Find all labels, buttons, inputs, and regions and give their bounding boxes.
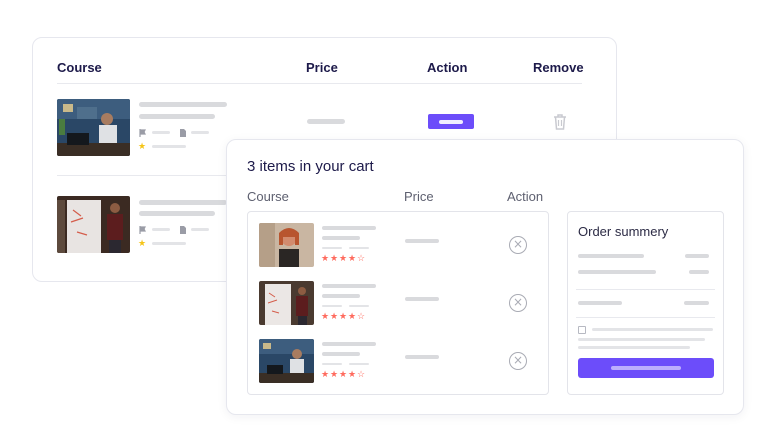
course-thumbnail: [57, 196, 130, 253]
star-icon: ★: [138, 238, 147, 248]
rating-stars: ★ ★ ★ ★ ☆: [321, 369, 366, 379]
cart-col-course: Course: [247, 189, 289, 204]
cart-item-thumbnail: [259, 223, 314, 267]
col-header-action: Action: [427, 60, 468, 75]
flag-icon: [139, 226, 146, 234]
order-summary-title: Order summery: [578, 224, 669, 239]
file-icon: [180, 129, 186, 137]
cart-items-list: ★ ★ ★ ★ ☆ × ★ ★ ★ ★ ☆ × ★ ★ ★ ★ ☆ ×: [247, 211, 549, 395]
course-thumbnail: [57, 99, 130, 156]
col-header-price: Price: [306, 60, 338, 75]
rating-stars: ★ ★ ★ ★ ☆: [321, 311, 366, 321]
action-button[interactable]: [428, 114, 474, 129]
star-icon: ★: [138, 141, 147, 151]
cart-item-thumbnail: [259, 281, 314, 325]
order-summary-panel: Order summery: [567, 211, 724, 395]
x-circle-icon[interactable]: ×: [509, 294, 527, 312]
cart-col-price: Price: [404, 189, 434, 204]
rating-stars: ★ ★ ★ ★ ☆: [321, 253, 366, 263]
cart-card: 3 items in your cart Course Price Action…: [226, 139, 744, 415]
x-circle-icon[interactable]: ×: [509, 236, 527, 254]
header-divider: [57, 83, 582, 84]
cart-title: 3 items in your cart: [247, 158, 374, 175]
flag-icon: [139, 129, 146, 137]
trash-icon[interactable]: [553, 114, 567, 130]
checkout-button[interactable]: [578, 358, 714, 378]
cart-col-action: Action: [507, 189, 544, 204]
file-icon: [180, 226, 186, 234]
col-header-course: Course: [57, 60, 102, 75]
cart-item-thumbnail: [259, 339, 314, 383]
x-circle-icon[interactable]: ×: [509, 352, 527, 370]
col-header-remove: Remove: [533, 60, 584, 75]
terms-checkbox[interactable]: [578, 326, 586, 334]
